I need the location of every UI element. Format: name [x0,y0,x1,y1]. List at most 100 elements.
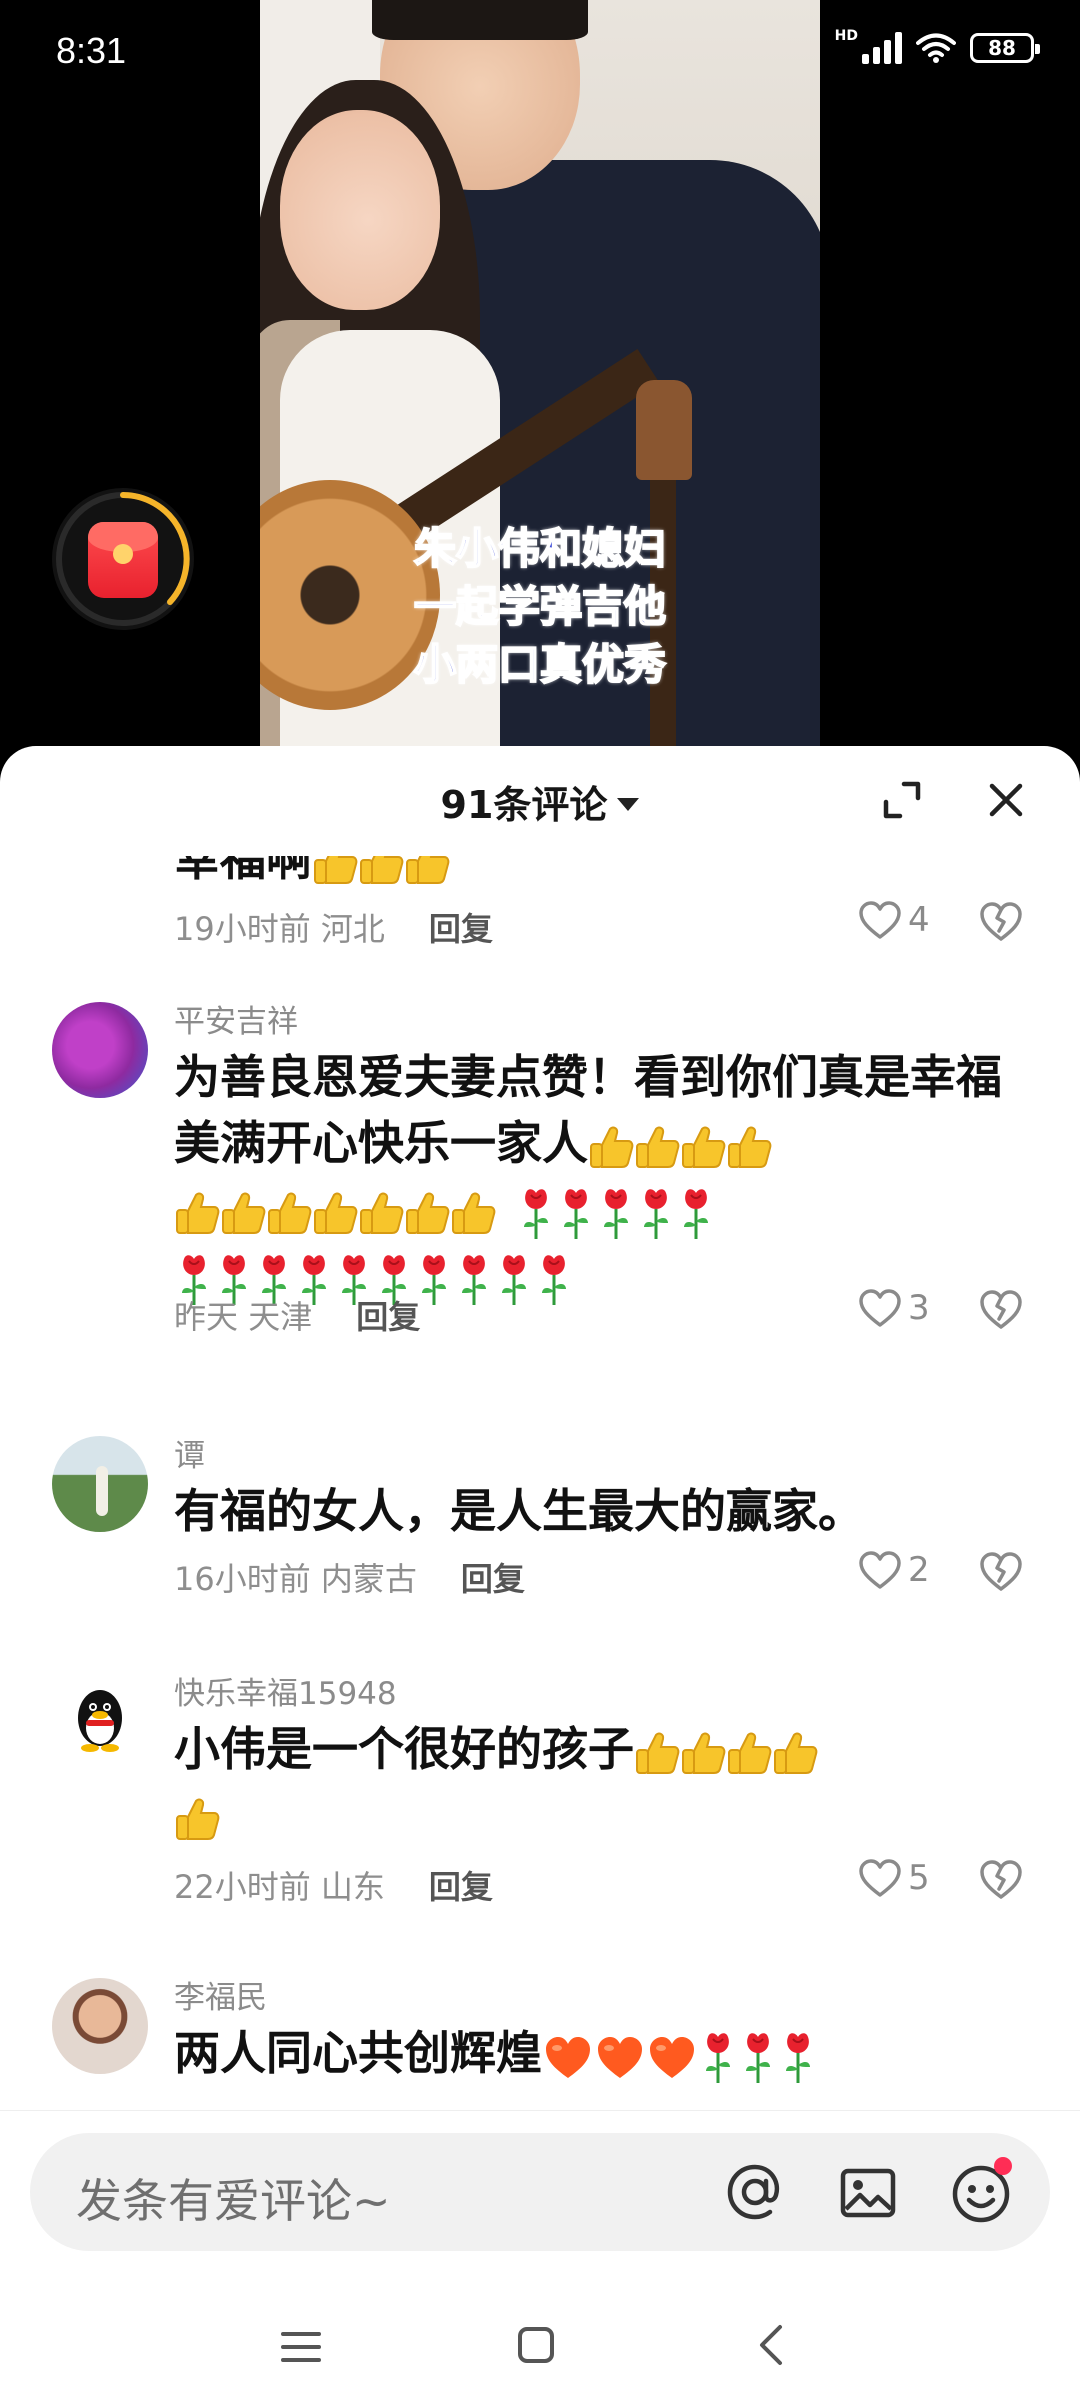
notification-dot [994,2157,1012,2175]
expand-icon[interactable] [878,776,926,824]
thumbs-up-icon [406,856,450,884]
comment-location: 内蒙古 [320,1560,417,1598]
image-icon[interactable] [838,2163,898,2223]
reply-button[interactable]: 回复 [429,1868,493,1906]
penguin-avatar-icon [78,1690,122,1752]
comment-text: 幸福啊 [174,856,1034,892]
heart-outline-icon [859,1289,901,1327]
rose-icon [462,1254,486,1305]
thumbs-up-icon [682,1732,726,1774]
comment-meta: 22小时前 山东 回复 [174,1862,493,1908]
rose-emoji-group [698,2026,818,2083]
thumb-emoji-group [312,856,450,886]
broken-heart-icon[interactable] [978,1856,1024,1902]
rose-icon [786,2032,810,2083]
video-player[interactable]: 朱小伟和媳妇 一起学弹吉他 小两口真优秀 8:31 HD 88 [0,0,1080,760]
comment-meta: 19小时前 河北 回复 [174,904,493,950]
heart-outline-icon [859,1551,901,1589]
emoji-row [174,1176,1034,1242]
status-time: 8:31 [56,30,127,71]
comment-text-partial: 幸福啊 [174,856,312,886]
status-icons: HD 88 [835,28,1040,64]
comment-text: 有福的女人，是人生最大的赢家。 [174,1484,864,1538]
like-button[interactable]: 3 [858,1288,930,1328]
thumbs-up-icon [636,1732,680,1774]
thumbs-up-icon [314,1192,358,1234]
comment-text-body: 两人同心共创辉煌 [174,2026,542,2080]
red-packet-widget[interactable] [52,488,194,630]
close-icon[interactable] [982,776,1030,824]
comment-username[interactable]: 快乐幸福15948 [174,1668,397,1713]
heart-outline-icon [859,1859,901,1897]
comment-list[interactable]: 幸福啊 19小时前 河北 回复 4 平安吉祥 为善良恩爱夫妻点赞！看到你们真是幸福… [0,856,1080,2110]
broken-heart-icon[interactable] [978,898,1024,944]
video-person-woman-face [280,110,440,310]
like-button[interactable]: 5 [858,1858,930,1898]
thumbs-up-icon [268,1192,312,1234]
broken-heart-icon[interactable] [978,1286,1024,1332]
comment-meta: 16小时前 内蒙古 回复 [174,1554,525,1600]
caption-line-2: 一起学弹吉他 [413,581,667,632]
comments-sheet: 91条评论 幸福啊 19小时前 河北 回复 4 平安吉祥 为善良恩爱夫妻点赞！看… [0,746,1080,2400]
like-button[interactable]: 4 [858,900,930,940]
thumbs-up-icon [590,1126,634,1168]
second-guitar-headstock [636,380,692,480]
comment-time: 19小时前 [174,910,311,948]
reply-button[interactable]: 回复 [356,1298,420,1336]
avatar[interactable] [52,1002,148,1098]
thumbs-up-icon [360,1192,404,1234]
thumbs-up-icon [774,1732,818,1774]
thumbs-up-icon [728,1126,772,1168]
home-icon[interactable] [516,2325,556,2365]
comment-username[interactable]: 李福民 [174,1972,267,2017]
comment-username[interactable]: 谭 [174,1430,205,1475]
reply-button[interactable]: 回复 [461,1560,525,1598]
thumbs-up-icon [314,856,358,884]
comment-location: 河北 [320,910,385,948]
heart-emoji-icon [546,2036,590,2078]
comment-username[interactable]: 平安吉祥 [174,996,298,1041]
thumb-emoji-group [588,1116,772,1170]
video-frame[interactable]: 朱小伟和媳妇 一起学弹吉他 小两口真优秀 [260,0,820,760]
thumbs-up-icon [406,1192,450,1234]
wifi-icon [916,33,956,63]
avatar[interactable] [52,1978,148,2074]
thumb-emoji-group [174,1788,220,1842]
thumbs-up-icon [682,1126,726,1168]
like-button[interactable]: 2 [858,1550,930,1590]
comment-text-body: 小伟是一个很好的孩子 [174,1722,634,1776]
avatar[interactable] [52,1674,148,1770]
signal-icon [862,32,902,64]
network-type: HD [834,28,858,44]
rose-icon [746,2032,770,2083]
red-packet-icon [88,522,158,598]
caption-line-3: 小两口真优秀 [413,639,667,690]
like-count: 5 [908,1858,930,1898]
comment-input[interactable]: 发条有爱评论~ [30,2133,1050,2251]
rose-icon [684,1188,708,1239]
comment-input-placeholder: 发条有爱评论~ [76,2174,391,2228]
heart-emoji-icon [650,2036,694,2078]
heart-outline-icon [859,901,901,939]
thumbs-up-icon [176,1798,220,1840]
comment-input-bar: 发条有爱评论~ [0,2110,1080,2400]
broken-heart-icon[interactable] [978,1548,1024,1594]
thumbs-up-icon [728,1732,772,1774]
menu-icon[interactable] [280,2329,322,2365]
rose-icon [502,1254,526,1305]
comment-location: 天津 [248,1298,313,1336]
comment-time: 22小时前 [174,1868,311,1906]
rose-icon [524,1188,548,1239]
back-icon[interactable] [754,2323,790,2367]
battery-level: 88 [988,36,1016,60]
rose-icon [604,1188,628,1239]
caret-down-icon [617,798,640,811]
heart-emoji-icon [598,2036,642,2078]
reply-button[interactable]: 回复 [429,910,493,948]
comment-location: 山东 [320,1868,385,1906]
thumbs-up-icon [452,1192,496,1234]
thumbs-up-icon [176,1192,220,1234]
avatar[interactable] [52,1436,148,1532]
at-icon[interactable] [724,2161,786,2223]
comment-text: 两人同心共创辉煌 [174,2020,1034,2086]
